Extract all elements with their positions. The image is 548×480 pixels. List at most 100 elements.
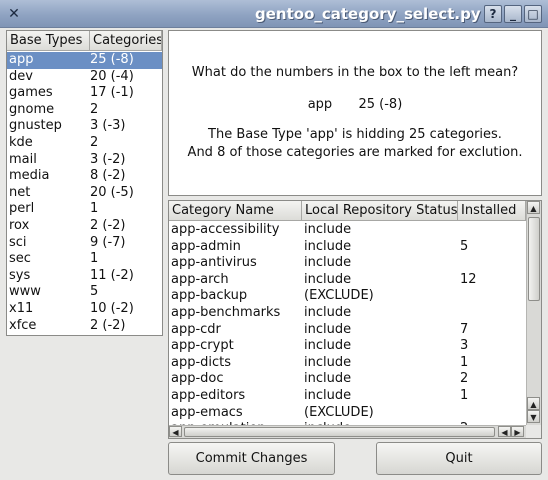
base-type-name: sys xyxy=(9,267,31,283)
scroll-left-arrow-icon[interactable]: ◀ xyxy=(169,426,182,437)
category-installed: 7 xyxy=(460,321,469,337)
vertical-scrollbar[interactable]: ▲ ▲ ▼ xyxy=(526,201,541,425)
list-item[interactable]: rox 2 (-2) xyxy=(7,218,162,235)
category-status: include xyxy=(304,304,352,320)
base-type-count: 2 xyxy=(90,101,99,117)
base-type-name: media xyxy=(9,168,50,184)
scroll-up-arrow-icon-lower[interactable]: ▲ xyxy=(527,397,540,410)
maximize-icon[interactable]: □ xyxy=(524,5,542,23)
column-header-installed[interactable]: Installed xyxy=(458,201,526,221)
table-row[interactable]: app-cdr include 7 xyxy=(169,322,525,339)
table-row[interactable]: app-emacs (EXCLUDE) xyxy=(169,405,525,422)
category-status: include xyxy=(304,371,352,387)
list-item[interactable]: www 5 xyxy=(7,284,162,301)
table-row[interactable]: app-antivirus include xyxy=(169,255,525,272)
category-status: include xyxy=(304,387,352,403)
table-row[interactable]: app-admin include 5 xyxy=(169,239,525,256)
categories-table[interactable]: Category Name Local Repository Status In… xyxy=(168,200,542,439)
commit-changes-button[interactable]: Commit Changes xyxy=(168,442,335,475)
category-installed: 5 xyxy=(460,238,469,254)
list-item[interactable]: gnustep 3 (-3) xyxy=(7,118,162,135)
list-item[interactable]: xfce 2 (-2) xyxy=(7,318,162,335)
list-item[interactable]: sys 11 (-2) xyxy=(7,268,162,285)
base-type-count: 11 (-2) xyxy=(90,267,134,283)
list-item[interactable]: x11 10 (-2) xyxy=(7,301,162,318)
category-name: app-dicts xyxy=(171,354,232,370)
info-example-type: app xyxy=(307,97,333,112)
base-type-name: gnustep xyxy=(9,118,62,134)
list-item[interactable]: dev 20 (-4) xyxy=(7,69,162,86)
category-name: app-accessibility xyxy=(171,222,280,237)
base-type-count: 2 xyxy=(90,134,99,150)
info-example: app 25 (-8) xyxy=(169,97,541,112)
scroll-left-arrow-icon-right[interactable]: ◀ xyxy=(498,426,511,437)
base-type-count: 25 (-8) xyxy=(90,52,134,67)
base-type-count: 2 (-2) xyxy=(90,217,126,233)
base-type-count: 17 (-1) xyxy=(90,85,134,101)
list-item[interactable]: mail 3 (-2) xyxy=(7,152,162,169)
category-status: include xyxy=(304,222,352,237)
category-name: app-doc xyxy=(171,371,224,387)
list-item[interactable]: sec 1 xyxy=(7,251,162,268)
base-type-count: 20 (-4) xyxy=(90,68,134,84)
title-bar[interactable]: ✕ gentoo_category_select.py ? _ □ × xyxy=(0,0,548,28)
horizontal-scrollbar[interactable]: ◀ ◀ ▶ xyxy=(169,425,526,438)
info-line-1: The Base Type 'app' is hidding 25 catego… xyxy=(208,127,502,142)
quit-button[interactable]: Quit xyxy=(376,442,542,475)
table-row[interactable]: app-arch include 12 xyxy=(169,272,525,289)
table-row[interactable]: app-doc include 2 xyxy=(169,371,525,388)
category-status: include xyxy=(304,338,352,354)
list-item[interactable]: media 8 (-2) xyxy=(7,168,162,185)
category-name: app-crypt xyxy=(171,338,234,354)
category-installed: 2 xyxy=(460,371,469,387)
base-type-count: 8 (-2) xyxy=(90,168,126,184)
table-row[interactable]: app-benchmarks include xyxy=(169,305,525,322)
category-name: app-admin xyxy=(171,238,241,254)
category-status: include xyxy=(304,321,352,337)
table-row[interactable]: app-crypt include 3 xyxy=(169,338,525,355)
minimize-icon[interactable]: _ xyxy=(504,5,522,23)
x-logo-icon[interactable]: ✕ xyxy=(5,5,23,23)
category-name: app-antivirus xyxy=(171,255,257,271)
list-item[interactable]: kde 2 xyxy=(7,135,162,152)
column-header-base-types[interactable]: Base Types xyxy=(7,31,90,51)
categories-rows: app-accessibility include app-admin include… xyxy=(169,222,525,426)
base-type-name: rox xyxy=(9,217,30,233)
horizontal-scroll-thumb[interactable] xyxy=(184,427,495,437)
base-types-rows: app 25 (-8) dev 20 (-4) games 17 (-1) gnome 2 gn… xyxy=(7,52,162,334)
help-icon[interactable]: ? xyxy=(484,5,502,23)
column-header-repository-status[interactable]: Local Repository Status xyxy=(302,201,458,221)
category-installed: 12 xyxy=(460,271,477,287)
base-type-name: app xyxy=(9,52,34,67)
base-type-name: sci xyxy=(9,234,27,250)
column-header-category-name[interactable]: Category Name xyxy=(169,201,302,221)
base-type-count: 2 (-2) xyxy=(90,317,126,333)
category-status: include xyxy=(304,354,352,370)
base-types-list[interactable]: Base Types Categories app 25 (-8) dev 20 (-… xyxy=(6,30,163,336)
category-name: app-arch xyxy=(171,271,229,287)
category-status: include xyxy=(304,271,352,287)
vertical-scroll-thumb[interactable] xyxy=(528,217,540,301)
table-row[interactable]: app-editors include 1 xyxy=(169,388,525,405)
base-type-count: 1 xyxy=(90,201,99,217)
scroll-corner xyxy=(526,425,541,438)
list-item[interactable]: sci 9 (-7) xyxy=(7,235,162,252)
scroll-right-arrow-icon[interactable]: ▶ xyxy=(511,426,524,437)
table-row[interactable]: app-accessibility include xyxy=(169,222,525,239)
list-item[interactable]: games 17 (-1) xyxy=(7,85,162,102)
base-type-name: kde xyxy=(9,134,33,150)
list-item[interactable]: app 25 (-8) xyxy=(7,52,162,69)
category-installed: 1 xyxy=(460,354,469,370)
column-header-categories[interactable]: Categories xyxy=(90,31,162,51)
scroll-down-arrow-icon[interactable]: ▼ xyxy=(527,410,540,423)
scroll-up-arrow-icon[interactable]: ▲ xyxy=(527,201,540,214)
list-item[interactable]: perl 1 xyxy=(7,201,162,218)
category-name: app-emacs xyxy=(171,404,243,420)
list-item[interactable]: net 20 (-5) xyxy=(7,185,162,202)
table-row[interactable]: app-dicts include 1 xyxy=(169,355,525,372)
table-row[interactable]: app-backup (EXCLUDE) xyxy=(169,288,525,305)
category-status: include xyxy=(304,255,352,271)
base-type-name: dev xyxy=(9,68,33,84)
list-item[interactable]: gnome 2 xyxy=(7,102,162,119)
base-type-name: net xyxy=(9,184,31,200)
